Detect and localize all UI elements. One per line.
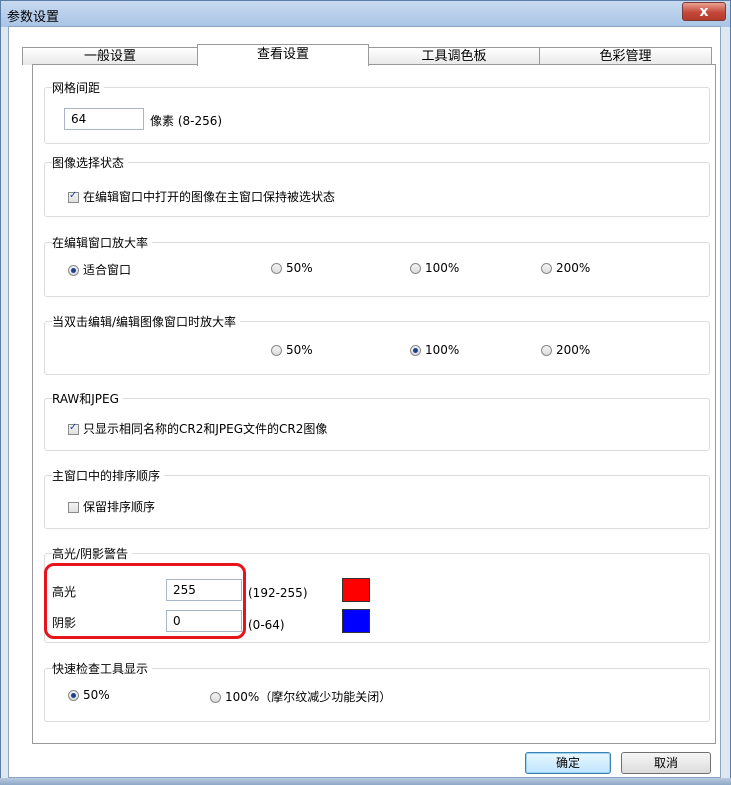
edit-zoom-fit-radio[interactable]: 适合窗口 [68, 261, 131, 278]
radio-icon [541, 263, 552, 274]
shadow-range: (0-64) [248, 618, 285, 632]
radio-icon [271, 345, 282, 356]
sort-order-title: 主窗口中的排序顺序 [52, 467, 165, 484]
tab-tool-palette[interactable]: 工具调色板 [368, 47, 540, 65]
radio-label: 50% [83, 688, 110, 702]
radio-label: 适合窗口 [83, 263, 132, 277]
radio-label: 100% [425, 343, 460, 357]
checkbox-icon [68, 502, 79, 513]
tab-bar: 一般设置 查看设置 工具调色板 色彩管理 [22, 44, 712, 66]
radio-label: 50% [286, 343, 313, 357]
highlight-range: (192-255) [248, 586, 308, 600]
keep-selected-checkbox[interactable]: 在编辑窗口中打开的图像在主窗口保持被选状态 [68, 188, 335, 205]
checkbox-label: 在编辑窗口中打开的图像在主窗口保持被选状态 [83, 190, 336, 204]
ok-button[interactable]: 确定 [525, 752, 611, 774]
checkbox-label: 只显示相同名称的CR2和JPEG文件的CR2图像 [83, 422, 328, 436]
grid-spacing-title: 网格间距 [52, 79, 105, 96]
grid-spacing-unit: 像素 (8-256) [150, 114, 223, 128]
highlight-color-swatch[interactable] [342, 578, 370, 602]
edit-zoom-50-radio[interactable]: 50% [271, 261, 313, 275]
quick-check-50-radio[interactable]: 50% [68, 688, 110, 702]
tab-label: 一般设置 [83, 49, 136, 64]
dbl-zoom-50-radio[interactable]: 50% [271, 343, 313, 357]
dbl-zoom-200-radio[interactable]: 200% [541, 343, 590, 357]
edit-zoom-100-radio[interactable]: 100% [410, 261, 459, 275]
keep-sort-order-checkbox[interactable]: 保留排序顺序 [68, 498, 155, 515]
image-selection-title: 图像选择状态 [52, 154, 129, 171]
checkbox-label: 保留排序顺序 [83, 500, 156, 514]
checkbox-checked-icon [68, 190, 79, 203]
shadow-color-swatch[interactable] [342, 609, 370, 633]
double-click-zoom-title: 当双击编辑/编辑图像窗口时放大率 [52, 313, 241, 330]
annotation-highlight-box [44, 563, 246, 639]
tab-view[interactable]: 查看设置 [197, 44, 369, 66]
radio-selected-icon [68, 265, 79, 276]
radio-selected-icon [68, 690, 79, 701]
radio-icon [541, 345, 552, 356]
show-cr2-only-checkbox[interactable]: 只显示相同名称的CR2和JPEG文件的CR2图像 [68, 420, 327, 437]
quick-check-100-radio[interactable]: 100%（摩尔纹减少功能关闭） [210, 688, 391, 705]
raw-jpeg-title: RAW和JPEG [52, 390, 123, 407]
dbl-zoom-100-radio[interactable]: 100% [410, 343, 459, 357]
radio-label: 100% [425, 261, 460, 275]
checkbox-checked-icon [68, 422, 79, 435]
title-bar[interactable]: 参数设置 x [1, 1, 730, 27]
radio-icon [410, 263, 421, 274]
radio-label: 100%（摩尔纹减少功能关闭） [225, 690, 392, 704]
window-title: 参数设置 [7, 10, 60, 25]
radio-selected-icon [410, 345, 421, 356]
tab-general[interactable]: 一般设置 [22, 47, 198, 65]
close-button[interactable]: x [682, 2, 726, 21]
tab-color-management[interactable]: 色彩管理 [539, 47, 712, 65]
edit-zoom-200-radio[interactable]: 200% [541, 261, 590, 275]
edit-zoom-title: 在编辑窗口放大率 [52, 234, 153, 251]
highlight-shadow-title: 高光/阴影警告 [52, 545, 133, 562]
tab-label: 色彩管理 [599, 49, 652, 64]
radio-label: 50% [286, 261, 313, 275]
radio-icon [210, 692, 221, 703]
close-icon: x [699, 4, 709, 20]
tab-label: 工具调色板 [421, 49, 487, 64]
radio-label: 200% [556, 343, 591, 357]
quick-check-title: 快速检查工具显示 [52, 660, 153, 677]
window-bottom-edge [0, 778, 731, 785]
radio-icon [271, 263, 282, 274]
radio-label: 200% [556, 261, 591, 275]
grid-spacing-input[interactable]: 64 [64, 108, 144, 130]
cancel-button[interactable]: 取消 [621, 752, 711, 774]
tab-label: 查看设置 [256, 47, 309, 62]
